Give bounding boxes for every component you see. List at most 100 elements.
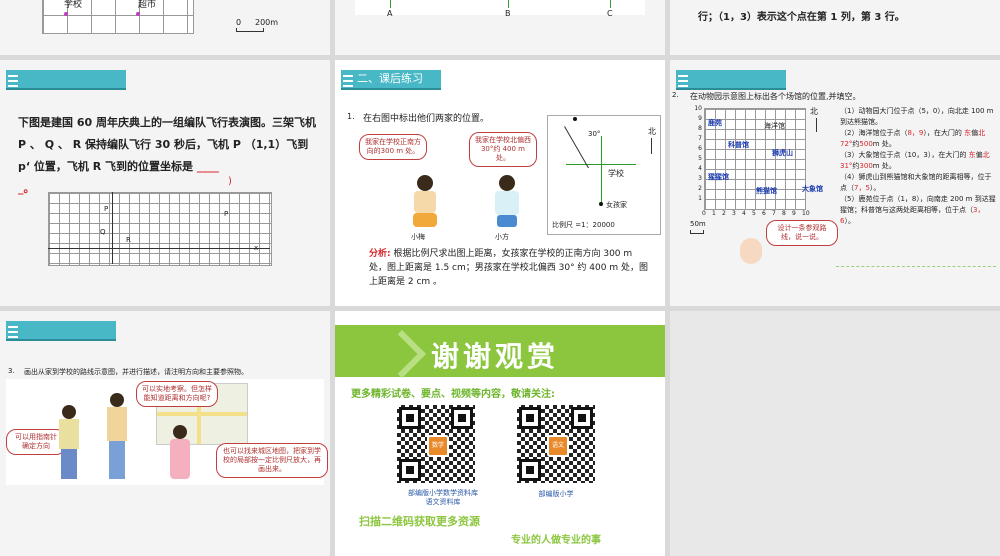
- map-school: 学校: [608, 169, 624, 178]
- tab-grip-icon: [343, 75, 353, 87]
- dashed-separator: [836, 266, 996, 267]
- slide-4[interactable]: 下图是建国 60 周年庆典上的一组编队飞行表演图。三架飞机 P 、 Q 、 R …: [0, 60, 330, 306]
- diagram-area: [355, 0, 645, 15]
- plane-q: Q: [100, 228, 106, 236]
- bubble-right: 我家在学校北偏西 30°约 400 m 处。: [469, 132, 537, 167]
- slide-2-partial[interactable]: A B C: [335, 0, 665, 55]
- north-arrow: [816, 118, 817, 132]
- follow-subtitle: 更多精彩试卷、要点、视频等内容，敬请关注:: [351, 389, 555, 400]
- tab-grip-icon: [678, 75, 688, 87]
- x-axis: [48, 248, 270, 249]
- slide-1-partial[interactable]: 学校 超市 0 200m: [0, 0, 330, 55]
- venue-xingxing: 猩猩馆: [708, 173, 729, 181]
- arrow-a: [390, 0, 391, 8]
- label-a: A: [387, 9, 393, 18]
- x-tick: 6: [762, 210, 766, 217]
- answer-mark: ): [228, 176, 232, 187]
- y-tick: 9: [698, 115, 702, 122]
- boy-figure: [491, 175, 521, 230]
- girl-figure: [409, 175, 439, 230]
- boy-figure-1: [56, 405, 82, 483]
- question-text: 在动物园示意图上标出各个场馆的位置,并填空。: [690, 92, 861, 101]
- venue-luyuan: 鹿苑: [708, 119, 722, 127]
- answer-blank: ____: [196, 160, 219, 173]
- slide-4-body: 下图是建国 60 周年庆典上的一组编队飞行表演图。三架飞机 P 、 Q 、 R …: [18, 112, 318, 200]
- bottom-text-2: 专业的人做专业的事: [511, 535, 601, 546]
- item-2: （2）海洋馆位于点（8，9），在大门的 东偏北 72°约500m 处。: [840, 129, 986, 148]
- question-number: 1.: [347, 112, 355, 121]
- name-right: 小方: [495, 233, 509, 241]
- plane-p: P: [104, 205, 109, 213]
- bottom-text-1: 扫描二维码获取更多资源: [359, 515, 480, 528]
- y-tick: 8: [698, 125, 702, 132]
- supermarket-point: [136, 12, 140, 16]
- venue-haiyang: 海洋馆: [764, 122, 785, 130]
- slide-3-text: 行；（1，3）表示这个点在第 1 列，第 3 行。: [698, 12, 905, 23]
- y-tick: 3: [698, 175, 702, 182]
- x-tick: 10: [802, 210, 810, 217]
- slide-5[interactable]: 二、课后练习 1. 在右图中标出他们两家的位置。 我家在学校正南方向的300 m…: [335, 60, 665, 306]
- label-b: B: [505, 9, 511, 18]
- boy-home-line: [564, 126, 589, 169]
- map-vertical-line: [601, 136, 602, 206]
- slide-7[interactable]: 3. 画出从家到学校的路线示意图，并进行描述，请注明方向和主要参照物。 可以实地…: [0, 311, 330, 556]
- boy-home-point: [573, 117, 577, 121]
- qr-code-1[interactable]: 数学: [397, 405, 475, 483]
- map-north: 北: [810, 107, 818, 116]
- slide-8[interactable]: 谢谢观赏 更多精彩试卷、要点、视频等内容，敬请关注: 数学 语文 部编版小学数学…: [335, 311, 665, 556]
- label-c: C: [607, 9, 613, 18]
- y-tick: 1: [698, 195, 702, 202]
- blank-suffix: _。: [18, 182, 35, 195]
- y-axis: [112, 192, 113, 264]
- analysis-block: 分析: 根据比例尺求出图上距离，女孩家在学校的正南方向 300 m 处，图上距离…: [369, 247, 651, 289]
- scale-start: 0: [236, 18, 242, 27]
- north-arrow: [651, 138, 652, 154]
- question-text: 画出从家到学校的路线示意图，并进行描述，请注明方向和主要参照物。: [24, 368, 248, 376]
- question-text: 在右图中标出他们两家的位置。: [363, 114, 490, 124]
- x-tick: 9: [792, 210, 796, 217]
- qr-caption-1: 部编版小学数学资料库 语文资料库: [408, 489, 478, 506]
- slide-tab: [6, 321, 116, 341]
- qr-logo-2: 语文: [547, 435, 569, 457]
- banner-arrow-icon: [377, 329, 427, 379]
- tab-title: 二、课后练习: [357, 72, 423, 85]
- tab-grip-icon: [8, 75, 18, 87]
- venue-daxiang: 大象馆: [802, 185, 823, 193]
- bubble-left: 我家在学校正南方向的300 m 处。: [359, 134, 427, 160]
- scale-bar: [236, 28, 264, 32]
- question-number: 2.: [672, 91, 679, 99]
- item-5: （5）鹿苑位于点（1，8），向南走 200 m 到达猩猩馆；科普馆与这两处距离相…: [840, 195, 996, 225]
- x-tick: 0: [702, 210, 706, 217]
- slide-tab: 二、课后练习: [341, 70, 441, 90]
- qr-logo-1: 数学: [427, 435, 449, 457]
- illustration: 可以实地考察。但怎样能知道距离和方向呢? 可以用指南针确定方向 也可以找来城区地…: [6, 379, 328, 485]
- x-tick: 3: [732, 210, 736, 217]
- plane-r: R: [126, 236, 131, 244]
- angel-figure: [740, 238, 762, 264]
- qr-caption-2: 部编版小学: [538, 490, 574, 498]
- body-text: 下图是建国 60 周年庆典上的一组编队飞行表演图。三架飞机 P 、 Q 、 R …: [18, 116, 316, 173]
- y-tick: 5: [698, 155, 702, 162]
- qr-code-2[interactable]: 语文: [517, 405, 595, 483]
- hint-bubble: 设计一条参观路线，说一说。: [766, 220, 838, 246]
- y-ticks: 10 9 8 7 6 5 4 3 2 1: [692, 104, 702, 204]
- venue-xiongmao: 熊猫馆: [756, 187, 777, 195]
- boy-figure-2: [104, 393, 130, 483]
- name-left: 小梅: [411, 233, 425, 241]
- y-tick: 10: [694, 105, 702, 112]
- plane-p-prime: P: [224, 210, 229, 218]
- scale-bar: [690, 230, 704, 234]
- school-point: [64, 12, 68, 16]
- question-number: 3.: [8, 367, 15, 375]
- label-school: 学校: [64, 0, 83, 10]
- slide-9-empty[interactable]: [670, 311, 1000, 556]
- slide-3-partial[interactable]: 行；（1，3）表示这个点在第 1 列，第 3 行。: [670, 0, 1000, 55]
- y-tick: 6: [698, 145, 702, 152]
- analysis-label: 分析:: [369, 249, 391, 259]
- y-tick: 2: [698, 185, 702, 192]
- x-tick: 8: [782, 210, 786, 217]
- girl-figure: [168, 425, 192, 483]
- item-1: （1）动物园大门位于点（5，0），向北走 100 m 到达熊猫馆。: [840, 107, 994, 126]
- slide-6[interactable]: 2. 在动物园示意图上标出各个场馆的位置,并填空。 10 9 8 7 6 5 4…: [670, 60, 1000, 306]
- girl-home-point: [599, 202, 603, 206]
